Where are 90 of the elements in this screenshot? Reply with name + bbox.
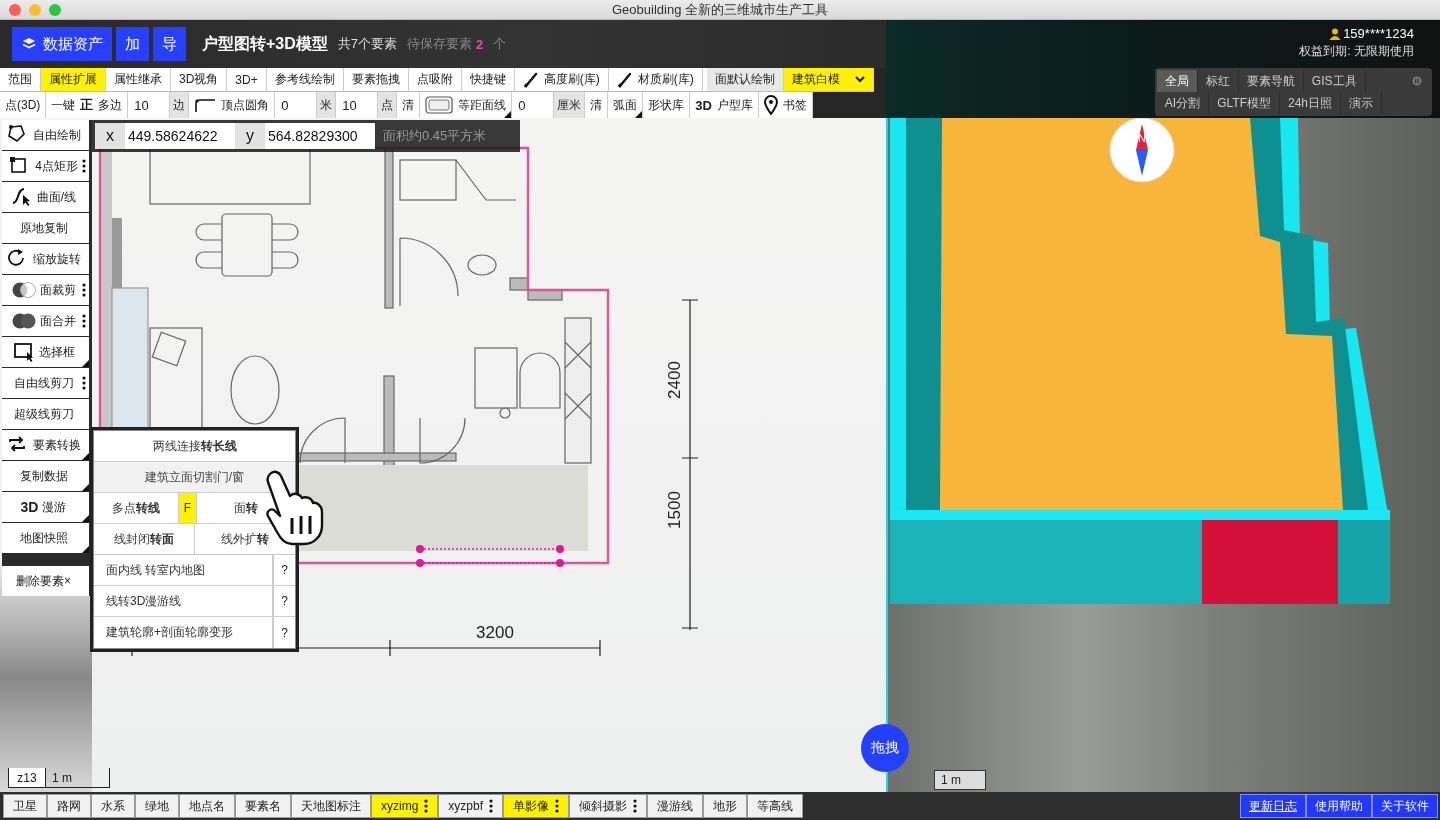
dimension-label: 3200 [476, 623, 514, 642]
circles-icon [11, 280, 36, 300]
tool-button[interactable]: 删除要素× [2, 566, 89, 596]
rounded-corner-icon [194, 97, 217, 113]
selected-edge-drawing[interactable] [416, 545, 564, 567]
pending-count: 2 [476, 36, 484, 52]
unit-label: 边 [170, 92, 190, 118]
layer-button[interactable]: 要素名 [235, 794, 291, 818]
compass-icon[interactable] [1109, 118, 1175, 183]
dimension-label: 2400 [665, 361, 684, 399]
tool-button[interactable]: 3D 漫游 [2, 492, 89, 522]
project-title: 户型图转+3D模型 [202, 33, 328, 54]
scale-bar: 1 m [46, 768, 110, 788]
panel-tab[interactable]: GLTF模型 [1209, 92, 1280, 114]
tool-button[interactable]: 面合并 [2, 306, 89, 336]
window-close-button[interactable] [9, 3, 21, 16]
compass-label: N [1138, 132, 1146, 144]
layer-button[interactable]: 倾斜摄影 [569, 794, 648, 818]
header-button[interactable]: 导 [153, 27, 186, 61]
area-label: 面积约0.45平方米 [383, 127, 487, 145]
tool-button[interactable]: 缩放旋转 [2, 244, 89, 274]
tool-button[interactable]: 选择框 [2, 337, 89, 367]
tool-button[interactable]: 超级线剪刀 [2, 399, 89, 429]
tool-button[interactable]: 自由线剪刀 [2, 368, 89, 398]
shortcut-key: F [179, 493, 197, 523]
tool-button[interactable]: 复制数据 [2, 461, 89, 491]
panel-tab[interactable]: 要素导航 [1238, 70, 1304, 92]
account-label: 159****1234 [1343, 26, 1414, 41]
map-pin-icon [763, 95, 778, 115]
zoom-level-label: z13 [8, 768, 46, 788]
brush-icon [522, 70, 539, 89]
style-dropdown[interactable]: 建筑白模 [783, 68, 874, 91]
offset-outline-icon [425, 96, 454, 114]
tool-button[interactable]: 地图快照 [2, 523, 89, 553]
tool-button[interactable]: 4点矩形 [2, 151, 89, 181]
layer-button[interactable]: 路网 [47, 794, 91, 818]
tool-button[interactable]: 曲面/线 [2, 182, 89, 212]
help-button[interactable]: ? [273, 617, 295, 648]
toolbar-button[interactable]: 面默认绘制 [706, 68, 784, 91]
layer-button[interactable]: 等高线 [747, 794, 804, 818]
coordinate-field[interactable]: 564.82829300 [265, 123, 375, 149]
footer-link[interactable]: 更新日志 [1240, 794, 1306, 818]
tool-button[interactable]: 自由绘制 [2, 120, 89, 150]
toolbar-button[interactable]: 属性扩展 [41, 68, 106, 91]
layer-button[interactable]: 绿地 [135, 794, 179, 818]
layer-button[interactable]: xyzimg [371, 794, 439, 818]
chevron-down-icon [854, 76, 865, 83]
brush-icon [616, 70, 633, 89]
window-title: Geobuilding 全新的三维城市生产工具 [612, 0, 828, 19]
map-view[interactable] [0, 118, 886, 792]
panel-tab[interactable]: 24h日照 [1279, 92, 1341, 114]
help-button[interactable]: ? [273, 586, 295, 616]
entitlement-label: 权益到期: 无限期使用 [1299, 43, 1414, 60]
element-count: 共7个要素 [337, 35, 398, 53]
header-button[interactable]: 数据资产 [12, 27, 112, 61]
building-model-drawing[interactable] [890, 118, 1390, 604]
help-button[interactable]: ? [273, 555, 295, 585]
layer-button[interactable]: 地点名 [179, 794, 235, 818]
toggle-icon[interactable] [1412, 76, 1422, 86]
unit-label: 点 [378, 92, 398, 118]
tool-button[interactable]: 面裁剪 [2, 275, 89, 305]
unit-label: 厘米 [554, 92, 586, 118]
footer-link[interactable]: 使用帮助 [1306, 794, 1372, 818]
tool-button[interactable]: 原地复制 [2, 213, 89, 243]
layer-button[interactable]: 地形 [703, 794, 748, 818]
panel-tab[interactable]: 全局 [1156, 70, 1198, 92]
axis-label: x [95, 123, 125, 149]
pending-unit: 个 [493, 35, 507, 53]
axis-label: y [235, 123, 265, 149]
header-button[interactable]: 加 [116, 27, 149, 61]
layer-button[interactable]: 单影像 [503, 794, 570, 818]
panel-tab[interactable]: 标红 [1197, 70, 1239, 92]
layer-button[interactable]: 水系 [91, 794, 135, 818]
footer-link[interactable]: 关于软件 [1372, 794, 1438, 818]
layer-button[interactable]: 卫星 [3, 794, 47, 818]
layer-button[interactable]: 天地图标注 [291, 794, 371, 818]
dimension-label: 1500 [665, 491, 684, 529]
select-box-icon [12, 341, 35, 363]
layer-button[interactable]: 漫游线 [647, 794, 704, 818]
circles-icon [11, 311, 36, 331]
pending-label: 待保存要素 [407, 35, 473, 53]
scale-bar: 1 m [934, 770, 986, 790]
unit-label: 米 [317, 92, 337, 118]
panel-tab[interactable]: GIS工具 [1303, 70, 1366, 92]
tool-button[interactable]: 要素转换 [2, 430, 89, 460]
panel-tab[interactable]: AI分割 [1156, 92, 1210, 114]
user-icon [1329, 27, 1342, 40]
layer-button[interactable]: xyzpbf [438, 794, 504, 818]
panel-tab[interactable]: 演示 [1341, 92, 1382, 114]
coordinate-field[interactable]: 449.58624622 [125, 123, 235, 149]
